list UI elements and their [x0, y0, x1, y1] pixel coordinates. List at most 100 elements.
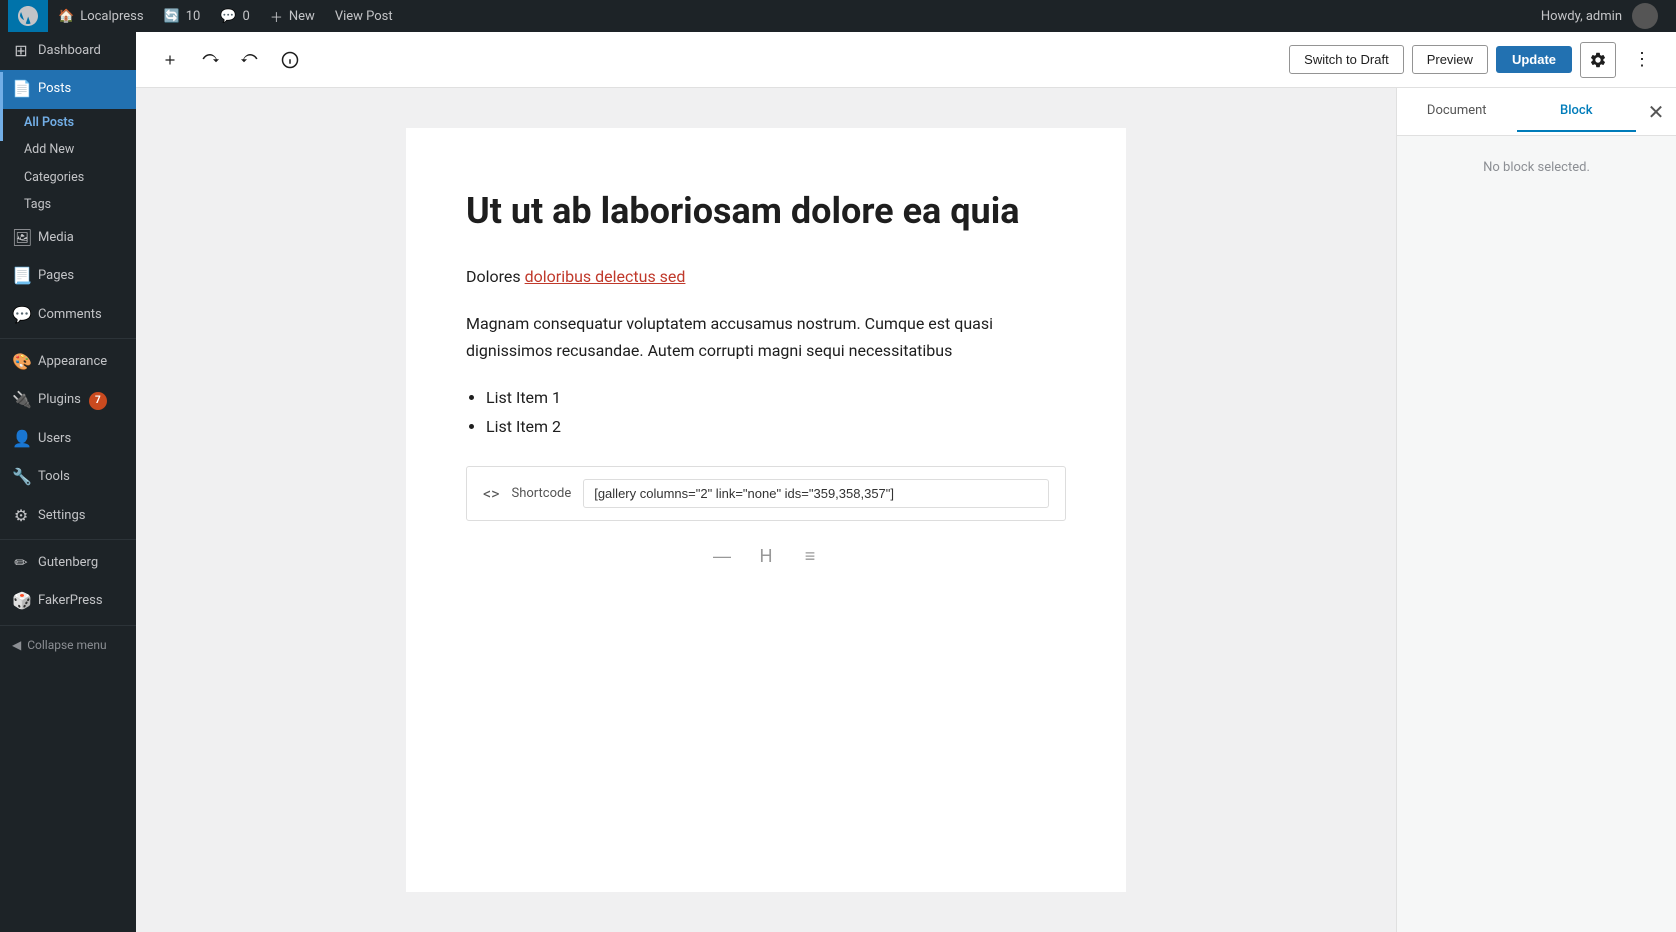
- block-inserter-row: — H ≡: [466, 541, 1066, 573]
- sidebar-label-gutenberg: Gutenberg: [38, 554, 98, 572]
- sidebar-item-add-new[interactable]: Add New: [0, 136, 136, 164]
- paragraph-1-text: Dolores: [466, 267, 525, 286]
- shortcode-icon: <>: [483, 484, 500, 503]
- paragraph-1-link[interactable]: doloribus delectus sed: [525, 267, 686, 286]
- sidebar-divider-3: [0, 625, 136, 626]
- comments-count: 0: [243, 9, 250, 24]
- sidebar-item-tags[interactable]: Tags: [0, 191, 136, 219]
- post-title[interactable]: Ut ut ab laboriosam dolore ea quia: [466, 188, 1066, 235]
- sidebar-item-tools[interactable]: 🔧 Tools: [0, 458, 136, 496]
- adminbar-right-section: Howdy, admin: [1531, 0, 1668, 32]
- info-button[interactable]: [272, 42, 308, 78]
- update-button[interactable]: Update: [1496, 46, 1572, 73]
- settings-icon: ⚙: [12, 505, 30, 527]
- settings-gear-icon: [1589, 51, 1607, 69]
- dashboard-icon: ⊞: [12, 40, 30, 62]
- shortcode-block[interactable]: <> Shortcode: [466, 466, 1066, 521]
- editor-wrapper: Switch to Draft Preview Update ⋮ Ut ut a…: [136, 32, 1676, 932]
- media-icon: 🖼: [12, 227, 30, 249]
- collapse-icon: ◀: [12, 638, 21, 652]
- comments-button[interactable]: 💬 0: [210, 0, 260, 32]
- list-item-2: List Item 2: [486, 413, 1066, 442]
- settings-button[interactable]: [1580, 42, 1616, 78]
- info-icon: [281, 51, 299, 69]
- comments-icon: 💬: [220, 9, 236, 24]
- updates-button[interactable]: 🔄 10: [154, 0, 211, 32]
- sidebar-label-users: Users: [38, 430, 71, 448]
- shortcode-label: Shortcode: [512, 486, 572, 501]
- sidebar-label-categories: Categories: [24, 169, 84, 187]
- right-panel: Document Block ✕ No block selected.: [1396, 88, 1676, 932]
- document-tab[interactable]: Document: [1397, 91, 1517, 132]
- add-block-icon: [161, 51, 179, 69]
- inserter-heading-button[interactable]: H: [750, 541, 782, 573]
- sidebar-label-posts: Posts: [38, 80, 71, 98]
- sidebar-item-gutenberg[interactable]: ✏ Gutenberg: [0, 544, 136, 582]
- appearance-icon: 🎨: [12, 351, 30, 373]
- pages-icon: 📃: [12, 265, 30, 287]
- avatar: [1632, 3, 1658, 29]
- editor-content-row: Ut ut ab laboriosam dolore ea quia Dolor…: [136, 88, 1676, 932]
- sidebar-label-tools: Tools: [38, 468, 70, 486]
- howdy-button[interactable]: Howdy, admin: [1531, 0, 1668, 32]
- gutenberg-icon: ✏: [12, 552, 30, 574]
- inserter-list-button[interactable]: ≡: [794, 541, 826, 573]
- new-content-button[interactable]: ＋ New: [260, 0, 325, 32]
- undo-button[interactable]: [192, 42, 228, 78]
- switch-to-draft-button[interactable]: Switch to Draft: [1289, 45, 1404, 74]
- home-icon: 🏠: [58, 9, 74, 24]
- howdy-label: Howdy, admin: [1541, 9, 1622, 24]
- redo-button[interactable]: [232, 42, 268, 78]
- collapse-menu-button[interactable]: ◀ Collapse menu: [0, 630, 136, 660]
- redo-icon: [241, 51, 259, 69]
- sidebar-label-plugins: Plugins: [38, 391, 81, 409]
- list-item-1: List Item 1: [486, 384, 1066, 413]
- sidebar-label-all-posts: All Posts: [24, 114, 74, 132]
- sidebar-label-settings: Settings: [38, 507, 85, 525]
- wp-logo-button[interactable]: [8, 0, 48, 32]
- sidebar-item-categories[interactable]: Categories: [0, 164, 136, 192]
- sidebar-label-pages: Pages: [38, 267, 74, 285]
- inserter-minus-button[interactable]: —: [706, 541, 738, 573]
- comments-menu-icon: 💬: [12, 304, 30, 326]
- shortcode-input[interactable]: [583, 479, 1049, 508]
- undo-icon: [201, 51, 219, 69]
- sidebar-item-posts[interactable]: 📄 Posts: [0, 70, 136, 108]
- editor-toolbar: Switch to Draft Preview Update ⋮: [136, 32, 1676, 88]
- view-post-button[interactable]: View Post: [325, 0, 403, 32]
- sidebar-divider-2: [0, 539, 136, 540]
- editor-post: Ut ut ab laboriosam dolore ea quia Dolor…: [406, 128, 1126, 892]
- wp-logo-icon: [18, 6, 38, 26]
- sidebar-item-fakerpress[interactable]: 🎲 FakerPress: [0, 582, 136, 620]
- panel-header: Document Block ✕: [1397, 88, 1676, 136]
- sidebar-item-all-posts[interactable]: All Posts: [0, 109, 136, 137]
- site-name-button[interactable]: 🏠 Localpress: [48, 0, 154, 32]
- sidebar-item-settings[interactable]: ⚙ Settings: [0, 497, 136, 535]
- sidebar-item-media[interactable]: 🖼 Media: [0, 219, 136, 257]
- fakerpress-icon: 🎲: [12, 590, 30, 612]
- toolbar-right: Switch to Draft Preview Update ⋮: [1289, 42, 1660, 78]
- sidebar-label-appearance: Appearance: [38, 353, 107, 371]
- sidebar-item-plugins[interactable]: 🔌 Plugins 7: [0, 381, 136, 419]
- preview-button[interactable]: Preview: [1412, 45, 1488, 74]
- panel-close-button[interactable]: ✕: [1636, 88, 1676, 136]
- sidebar-label-media: Media: [38, 229, 74, 247]
- admin-bar: 🏠 Localpress 🔄 10 💬 0 ＋ New View Post Ho…: [0, 0, 1676, 32]
- sidebar-item-pages[interactable]: 📃 Pages: [0, 257, 136, 295]
- editor-canvas[interactable]: Ut ut ab laboriosam dolore ea quia Dolor…: [136, 88, 1396, 932]
- more-options-button[interactable]: ⋮: [1624, 42, 1660, 78]
- collapse-label: Collapse menu: [27, 638, 106, 652]
- sidebar-item-comments[interactable]: 💬 Comments: [0, 296, 136, 334]
- block-tab[interactable]: Block: [1517, 91, 1637, 132]
- sidebar-item-appearance[interactable]: 🎨 Appearance: [0, 343, 136, 381]
- plus-icon: ＋: [270, 7, 283, 26]
- add-block-button[interactable]: [152, 42, 188, 78]
- posts-submenu: All Posts Add New Categories Tags: [0, 109, 136, 219]
- plugins-icon: 🔌: [12, 389, 30, 411]
- sidebar-item-dashboard[interactable]: ⊞ Dashboard: [0, 32, 136, 70]
- main-wrapper: ⊞ Dashboard 📄 Posts All Posts Add New Ca…: [0, 32, 1676, 932]
- sidebar-item-users[interactable]: 👤 Users: [0, 420, 136, 458]
- posts-icon: 📄: [12, 78, 30, 100]
- sidebar-label-fakerpress: FakerPress: [38, 592, 103, 610]
- paragraph-2: Magnam consequatur voluptatem accusamus …: [466, 310, 1066, 364]
